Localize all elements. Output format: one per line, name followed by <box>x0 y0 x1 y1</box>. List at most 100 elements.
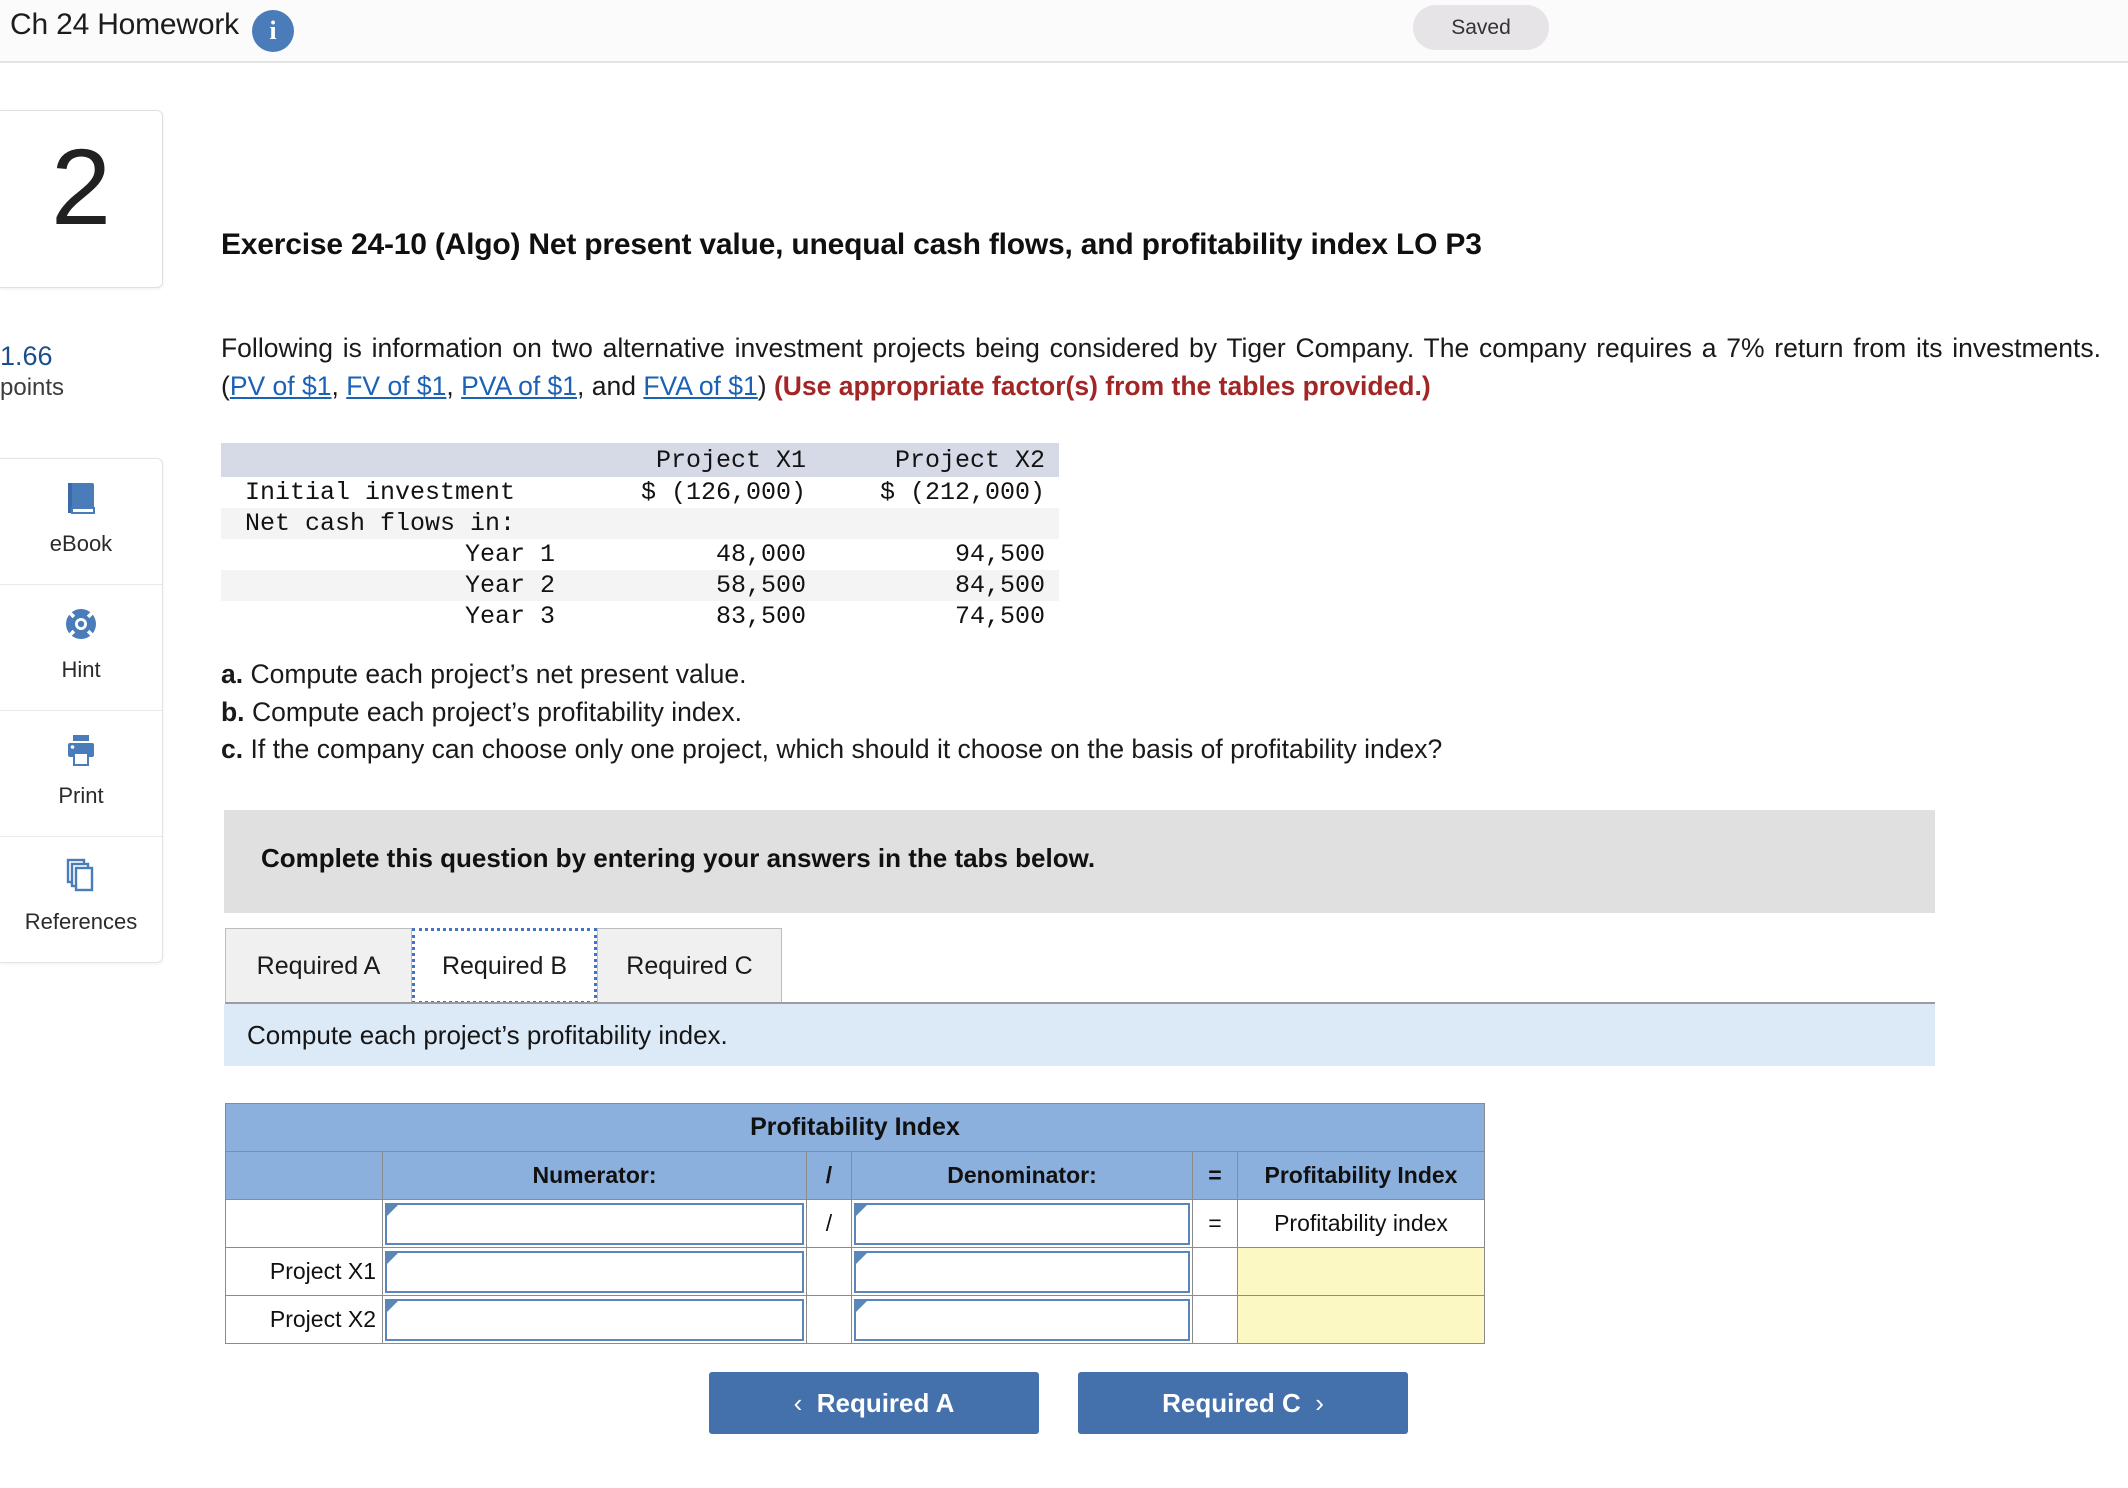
info-icon[interactable]: i <box>252 10 294 52</box>
header-numerator: Numerator: <box>382 1151 807 1200</box>
requirements-list: a. Compute each project’s net present va… <box>221 656 1442 769</box>
requirement-prompt-text: Compute each project’s profitability ind… <box>247 1020 728 1050</box>
sep: , <box>446 370 462 401</box>
link-fv-of-1[interactable]: FV of $1 <box>346 371 446 401</box>
requirement-b: b. Compute each project’s profitability … <box>221 694 1442 732</box>
exercise-title: Exercise 24-10 (Algo) Net present value,… <box>221 228 1482 261</box>
req-letter: b. <box>221 696 245 727</box>
question-number-card: 2 <box>0 110 163 288</box>
req-text: Compute each project’s net present value… <box>250 659 747 689</box>
cell-x2: 94,500 <box>954 540 1045 569</box>
cell-x2: $ (212,000) <box>879 478 1045 507</box>
equals-operator <box>1192 1247 1238 1296</box>
req-letter: a. <box>221 659 244 689</box>
tool-panel: eBook Hint Print References <box>0 458 163 963</box>
prev-required-a-button[interactable]: ‹ Required A <box>709 1372 1039 1434</box>
tool-hint[interactable]: Hint <box>0 585 162 711</box>
project-data-table: Project X1 Project X2 Initial investment… <box>221 443 1059 632</box>
tool-print[interactable]: Print <box>0 711 162 837</box>
row-label: Net cash flows in: <box>245 509 516 538</box>
row-label: Year 2 <box>464 571 555 600</box>
cell-x2: 74,500 <box>954 602 1045 631</box>
points-value: 1.66 <box>0 341 53 371</box>
tool-label: eBook <box>49 531 113 556</box>
chevron-left-icon: ‹ <box>793 1387 803 1418</box>
printer-icon <box>0 729 162 777</box>
instruction-banner: Complete this question by entering your … <box>224 810 1935 913</box>
result-output <box>1237 1295 1485 1344</box>
denominator-input[interactable] <box>854 1298 1190 1341</box>
answer-grid-title-row: Profitability Index <box>225 1103 1485 1152</box>
status-badge: Saved <box>1413 5 1549 50</box>
ebook-icon <box>0 477 162 525</box>
tab-required-b[interactable]: Required B <box>412 928 597 1004</box>
divide-operator <box>806 1247 852 1296</box>
row-label: Year 1 <box>464 540 555 569</box>
link-pv-of-1[interactable]: PV of $1 <box>230 371 332 401</box>
numerator-cell[interactable] <box>382 1247 807 1296</box>
numerator-input[interactable] <box>385 1202 804 1245</box>
page-title: Ch 24 Homework <box>10 8 239 41</box>
table-row: Net cash flows in: <box>221 508 1059 539</box>
header-divide: / <box>806 1151 852 1200</box>
tool-references[interactable]: References <box>0 837 162 962</box>
question-number: 2 <box>50 126 112 247</box>
intro-note: (Use appropriate factor(s) from the tabl… <box>773 370 1431 401</box>
requirement-a: a. Compute each project’s net present va… <box>221 656 1442 694</box>
copy-pages-icon <box>0 855 162 903</box>
numerator-cell[interactable] <box>382 1295 807 1344</box>
table-row: Project X2 <box>225 1295 1485 1344</box>
tool-label: Hint <box>61 657 101 682</box>
cell-x1: 58,500 <box>715 571 806 600</box>
instruction-banner-text: Complete this question by entering your … <box>261 843 1096 873</box>
tab-required-c[interactable]: Required C <box>597 928 782 1004</box>
table-row: Year 3 83,500 74,500 <box>221 601 1059 632</box>
equals-operator: = <box>1192 1199 1238 1248</box>
answer-grid-header-row: Numerator: / Denominator: = Profitabilit… <box>225 1151 1485 1200</box>
denominator-cell[interactable] <box>851 1295 1193 1344</box>
header-equals: = <box>1192 1151 1238 1200</box>
prev-button-label: Required A <box>816 1387 955 1418</box>
denominator-cell[interactable] <box>851 1247 1193 1296</box>
header-denominator: Denominator: <box>851 1151 1193 1200</box>
sep: , and <box>577 370 644 401</box>
row-label-project-x1: Project X1 <box>225 1247 383 1296</box>
row-label: Year 3 <box>464 602 555 631</box>
header-profitability-index: Profitability Index <box>1237 1151 1485 1200</box>
denominator-cell[interactable] <box>851 1199 1193 1248</box>
divide-operator <box>806 1295 852 1344</box>
sep: , <box>331 370 347 401</box>
sep: ) <box>757 370 767 401</box>
row-label: Initial investment <box>245 478 516 507</box>
tab-required-a[interactable]: Required A <box>225 928 412 1004</box>
row-label <box>225 1199 383 1248</box>
next-required-c-button[interactable]: Required C › <box>1078 1372 1408 1434</box>
answer-grid: Profitability Index Numerator: / Denomin… <box>225 1103 1485 1344</box>
requirement-prompt-bar: Compute each project’s profitability ind… <box>224 1004 1935 1066</box>
numerator-cell[interactable] <box>382 1199 807 1248</box>
tool-ebook[interactable]: eBook <box>0 459 162 585</box>
link-pva-of-1[interactable]: PVA of $1 <box>461 371 577 401</box>
cell-x1 <box>581 508 820 539</box>
points-label: points <box>0 373 65 401</box>
tool-label: Print <box>58 783 104 808</box>
answer-grid-title: Profitability Index <box>225 1103 1485 1152</box>
col-project-x2: Project X2 <box>894 445 1045 475</box>
denominator-input[interactable] <box>854 1250 1190 1293</box>
cell-x1: 83,500 <box>715 602 806 631</box>
numerator-input[interactable] <box>385 1250 804 1293</box>
table-row: Year 1 48,000 94,500 <box>221 539 1059 570</box>
numerator-input[interactable] <box>385 1298 804 1341</box>
points-block: 1.66 points <box>0 341 163 403</box>
exercise-intro: Following is information on two alternat… <box>221 330 2101 405</box>
tool-label: References <box>24 909 138 934</box>
result-output <box>1237 1247 1485 1296</box>
cell-x2 <box>820 508 1059 539</box>
denominator-input[interactable] <box>854 1202 1190 1245</box>
result-label: Profitability index <box>1237 1199 1485 1248</box>
life-ring-icon <box>0 603 162 651</box>
req-text: Compute each project’s profitability ind… <box>251 696 742 727</box>
chevron-right-icon: › <box>1315 1387 1324 1418</box>
link-fva-of-1[interactable]: FVA of $1 <box>643 371 757 401</box>
table-row: / = Profitability index <box>225 1199 1485 1248</box>
